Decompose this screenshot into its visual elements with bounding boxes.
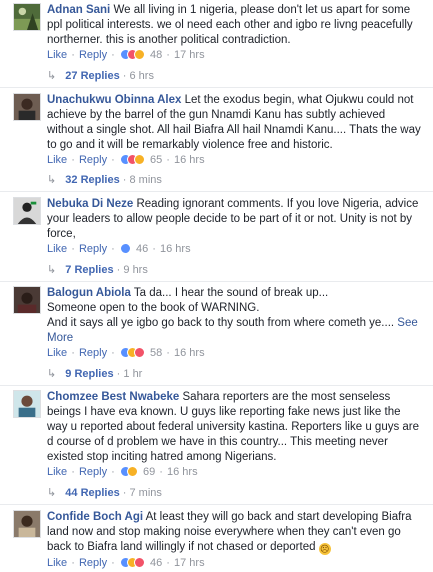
comment-body: Chomzee Best Nwabeke Sahara reporters ar…	[47, 390, 423, 465]
comment-body: Confide Boch Agi At least they will go b…	[47, 510, 423, 555]
replies-time: 1 hr	[123, 368, 143, 380]
like-reaction-icon[interactable]	[119, 243, 131, 258]
reply-link[interactable]: Reply	[79, 347, 107, 359]
replies-count[interactable]: 32 Replies	[65, 174, 119, 186]
comment-time[interactable]: 16 hrs	[174, 154, 205, 166]
replies-count[interactable]: 44 Replies	[65, 487, 119, 499]
reply-arrow-icon: ↳	[47, 264, 57, 276]
view-replies[interactable]: ↳ 7 Replies · 9 hrs	[47, 263, 148, 277]
comment-body: Adnan Sani We all living in 1 nigeria, p…	[47, 3, 423, 48]
replies-time: 9 hrs	[123, 264, 148, 276]
replies-count[interactable]: 7 Replies	[65, 264, 113, 276]
reaction-count[interactable]: 58	[150, 347, 162, 359]
comment-time[interactable]: 17 hrs	[174, 49, 205, 61]
reply-arrow-icon: ↳	[47, 368, 57, 380]
reply-link[interactable]: Reply	[79, 49, 107, 61]
like-link[interactable]: Like	[47, 49, 67, 61]
divider	[0, 504, 433, 505]
comment-author[interactable]: Balogun Abiola	[47, 287, 131, 299]
comment-author[interactable]: Nebuka Di Neze	[47, 198, 133, 210]
avatar[interactable]	[13, 3, 41, 31]
reply-link[interactable]: Reply	[79, 466, 107, 478]
comment-actions: Like · Reply · 65 · 16 hrs	[47, 153, 205, 167]
reply-arrow-icon: ↳	[47, 487, 57, 499]
view-replies[interactable]: ↳ 27 Replies · 6 hrs	[47, 69, 154, 83]
comment-author[interactable]: Adnan Sani	[47, 4, 110, 16]
disappointed-face-icon: ☹	[318, 543, 331, 555]
reaction-count[interactable]: 48	[150, 49, 162, 61]
like-link[interactable]: Like	[47, 466, 67, 478]
comments-list: Adnan Sani We all living in 1 nigeria, p…	[0, 0, 433, 572]
view-replies[interactable]: ↳ 32 Replies · 8 mins	[47, 173, 162, 187]
reply-arrow-icon: ↳	[47, 174, 57, 186]
reactions-icon[interactable]	[119, 466, 138, 481]
avatar[interactable]	[13, 197, 41, 225]
reactions-icon[interactable]	[119, 154, 145, 169]
reply-link[interactable]: Reply	[79, 243, 107, 255]
reaction-count[interactable]: 46	[136, 243, 148, 255]
view-replies[interactable]: ↳ 9 Replies · 1 hr	[47, 367, 142, 381]
comment-time[interactable]: 16 hrs	[160, 243, 191, 255]
avatar[interactable]	[13, 510, 41, 538]
comment-body: Nebuka Di Neze Reading ignorant comments…	[47, 197, 423, 242]
comment-actions: Like · Reply · 46 · 16 hrs	[47, 242, 191, 256]
comment-actions: Like · Reply · 69 · 16 hrs	[47, 465, 198, 479]
like-link[interactable]: Like	[47, 243, 67, 255]
reply-link[interactable]: Reply	[79, 154, 107, 166]
comment-actions: Like · Reply · 46 · 17 hrs	[47, 556, 205, 570]
divider	[0, 87, 433, 88]
comment-actions: Like · Reply · 58 · 16 hrs	[47, 346, 205, 360]
comment-author[interactable]: Confide Boch Agi	[47, 511, 143, 523]
reactions-icon[interactable]	[119, 347, 145, 362]
reply-arrow-icon: ↳	[47, 70, 57, 82]
replies-count[interactable]: 9 Replies	[65, 368, 113, 380]
replies-time: 7 mins	[129, 487, 162, 499]
replies-count[interactable]: 27 Replies	[65, 70, 119, 82]
replies-time: 6 hrs	[129, 70, 154, 82]
divider	[0, 191, 433, 192]
comment-author[interactable]: Unachukwu Obinna Alex	[47, 94, 181, 106]
comment-time[interactable]: 16 hrs	[174, 347, 205, 359]
like-link[interactable]: Like	[47, 557, 67, 569]
divider	[0, 385, 433, 386]
reaction-count[interactable]: 69	[143, 466, 155, 478]
avatar[interactable]	[13, 390, 41, 418]
reactions-icon[interactable]	[119, 557, 145, 572]
comment-author[interactable]: Chomzee Best Nwabeke	[47, 391, 179, 403]
comment-time[interactable]: 16 hrs	[167, 466, 198, 478]
divider	[0, 281, 433, 282]
view-replies[interactable]: ↳ 44 Replies · 7 mins	[47, 486, 162, 500]
reaction-count[interactable]: 46	[150, 557, 162, 569]
comment-body: Unachukwu Obinna Alex Let the exodus beg…	[47, 93, 423, 153]
avatar[interactable]	[13, 93, 41, 121]
reactions-icon[interactable]	[119, 49, 145, 64]
comment-time[interactable]: 17 hrs	[174, 557, 205, 569]
avatar[interactable]	[13, 286, 41, 314]
like-link[interactable]: Like	[47, 347, 67, 359]
reaction-count[interactable]: 65	[150, 154, 162, 166]
reply-link[interactable]: Reply	[79, 557, 107, 569]
replies-time: 8 mins	[129, 174, 162, 186]
like-link[interactable]: Like	[47, 154, 67, 166]
comment-actions: Like · Reply · 48 · 17 hrs	[47, 48, 205, 62]
comment-body: Balogun Abiola Ta da... I hear the sound…	[47, 286, 423, 346]
